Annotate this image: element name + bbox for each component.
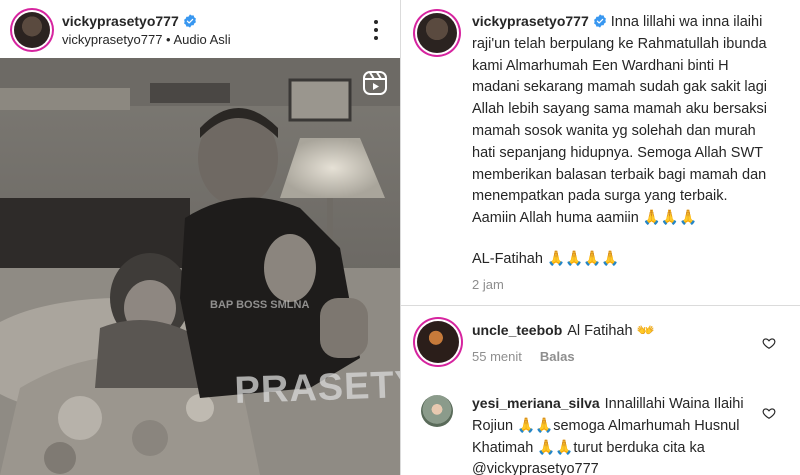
reply-button[interactable]: Balas [540, 349, 575, 364]
post-header: vickyprasetyo777 vickyprasetyo777 • Audi… [0, 0, 400, 58]
reels-icon[interactable] [362, 70, 388, 96]
comment-timestamp[interactable]: 55 menit [472, 349, 522, 364]
post-media[interactable]: PRASETYO777 BAP BOSS SMLNA [0, 58, 400, 475]
shirt-print: BAP BOSS SMLNA [210, 299, 309, 311]
caption-author-avatar[interactable] [417, 13, 457, 53]
caption-body: vickyprasetyo777 Inna lillahi wa inna ila… [472, 11, 772, 230]
post-author: vickyprasetyo777 [62, 13, 197, 29]
caption-username[interactable]: vickyprasetyo777 [472, 13, 589, 29]
post-author-avatar[interactable] [14, 12, 50, 48]
heart-outline-icon[interactable] [762, 406, 776, 420]
comment-item: uncle_teebob Al Fatihah 👐 55 menit Balas [400, 306, 800, 376]
post-username[interactable]: vickyprasetyo777 [62, 13, 179, 29]
comment-body: uncle_teebob Al Fatihah 👐 [472, 320, 762, 343]
comment-username[interactable]: uncle_teebob [472, 322, 562, 338]
commenter-avatar[interactable] [417, 321, 459, 363]
comment-username[interactable]: yesi_meriana_silva [472, 395, 600, 411]
comment-item: yesi_meriana_silva Innalillahi Waina Ilai… [400, 376, 800, 475]
comment-meta: 55 menit Balas [472, 349, 575, 364]
verified-badge-icon [183, 14, 196, 28]
post-photo: PRASETYO777 BAP BOSS SMLNA [0, 58, 400, 475]
caption-extra-line: AL-Fatihah 🙏🙏🙏🙏 [472, 251, 620, 267]
commenter-avatar[interactable] [421, 395, 453, 427]
comment-body: yesi_meriana_silva Innalillahi Waina Ilai… [472, 393, 762, 475]
comment-text: Al Fatihah 👐 [567, 323, 655, 339]
heart-outline-icon[interactable] [762, 336, 776, 350]
post-audio-subtitle[interactable]: vickyprasetyo777 • Audio Asli [62, 32, 231, 47]
caption-text: Inna lillahi wa inna ilaihi raji'un tela… [472, 14, 767, 227]
verified-badge-icon [593, 14, 606, 28]
post-caption: vickyprasetyo777 Inna lillahi wa inna ila… [400, 0, 800, 305]
more-options-icon[interactable] [368, 20, 384, 40]
post-timestamp[interactable]: 2 jam [472, 277, 504, 292]
